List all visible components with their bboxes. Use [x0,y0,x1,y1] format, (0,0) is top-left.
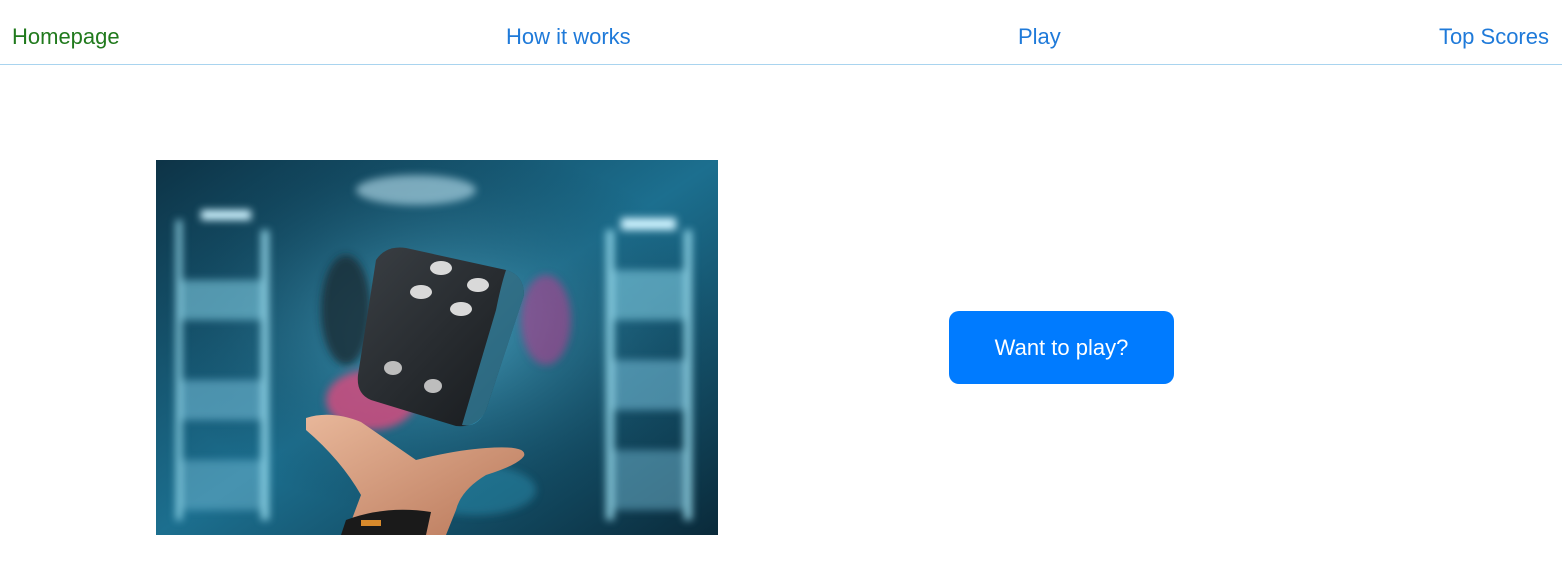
nav-top-scores-link[interactable]: Top Scores [1439,23,1549,51]
hero-dice-image [156,160,718,535]
nav-homepage-link[interactable]: Homepage [12,23,120,51]
want-to-play-button[interactable]: Want to play? [949,311,1174,384]
nav-how-it-works-link[interactable]: How it works [506,23,631,51]
top-navbar: Homepage How it works Play Top Scores [0,0,1562,65]
dice-photo-icon [156,160,718,535]
nav-play-link[interactable]: Play [1018,23,1061,51]
